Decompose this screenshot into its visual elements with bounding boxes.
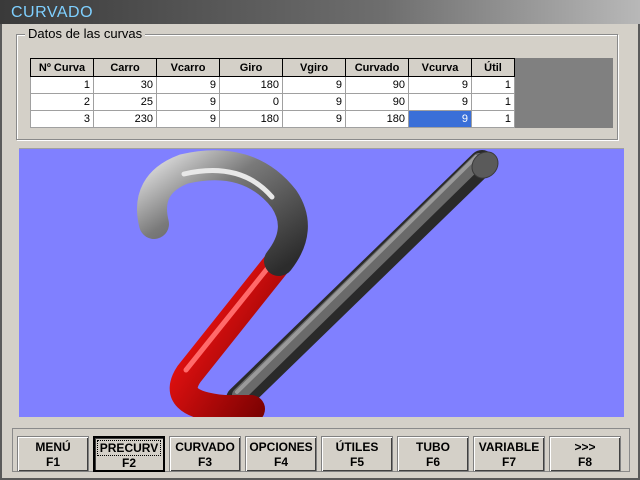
button-key: F7 bbox=[501, 455, 516, 469]
curvado-button[interactable]: CURVADO F3 bbox=[169, 436, 241, 472]
table-cell[interactable]: 1 bbox=[471, 93, 515, 111]
col-header-carro[interactable]: Carro bbox=[93, 58, 157, 77]
precurv-button[interactable]: PRECURV F2 bbox=[93, 436, 165, 472]
col-header-vcarro[interactable]: Vcarro bbox=[156, 58, 220, 77]
col-header-util[interactable]: Útil bbox=[471, 58, 515, 77]
table-cell[interactable]: 9 bbox=[156, 76, 220, 94]
more-button[interactable]: >>> F8 bbox=[549, 436, 621, 472]
table-cell[interactable]: 2 bbox=[30, 93, 94, 111]
utiles-button[interactable]: ÚTILES F5 bbox=[321, 436, 393, 472]
table-row: 1 30 9 180 9 90 9 1 bbox=[30, 76, 515, 94]
col-header-vgiro[interactable]: Vgiro bbox=[282, 58, 346, 77]
curves-table: Nº Curva Carro Vcarro Giro Vgiro Curvado… bbox=[30, 58, 515, 128]
button-label: OPCIONES bbox=[249, 440, 313, 454]
table-cell[interactable]: 1 bbox=[30, 76, 94, 94]
tube-hook-segment bbox=[137, 150, 308, 276]
col-header-curvado[interactable]: Curvado bbox=[345, 58, 409, 77]
button-key: F2 bbox=[121, 456, 136, 470]
menu-button[interactable]: MENÚ F1 bbox=[17, 436, 89, 472]
col-header-giro[interactable]: Giro bbox=[219, 58, 283, 77]
button-label: VARIABLE bbox=[478, 440, 540, 454]
table-cell[interactable]: 180 bbox=[345, 110, 409, 128]
table-cell[interactable]: 1 bbox=[471, 76, 515, 94]
main-panel: Datos de las curvas Nº Curva Carro Vcarr… bbox=[2, 24, 638, 478]
table-cell[interactable]: 9 bbox=[282, 93, 346, 111]
button-label: PRECURV bbox=[96, 440, 162, 456]
button-key: F4 bbox=[273, 455, 288, 469]
col-header-n-curva[interactable]: Nº Curva bbox=[30, 58, 94, 77]
tubo-button[interactable]: TUBO F6 bbox=[397, 436, 469, 472]
table-row: 3 230 9 180 9 180 9 1 bbox=[30, 110, 515, 128]
table-cell[interactable]: 9 bbox=[156, 110, 220, 128]
button-label: TUBO bbox=[416, 440, 450, 454]
table-cell[interactable]: 9 bbox=[282, 76, 346, 94]
button-key: F1 bbox=[45, 455, 60, 469]
table-cell[interactable]: 9 bbox=[156, 93, 220, 111]
variable-button[interactable]: VARIABLE F7 bbox=[473, 436, 545, 472]
button-key: F3 bbox=[197, 455, 212, 469]
tube-3d-viewport[interactable] bbox=[19, 148, 624, 423]
opciones-button[interactable]: OPCIONES F4 bbox=[245, 436, 317, 472]
table-cell[interactable]: 3 bbox=[30, 110, 94, 128]
button-label: >>> bbox=[574, 440, 596, 454]
table-row: 2 25 9 0 9 90 9 1 bbox=[30, 93, 515, 111]
curves-data-group: Datos de las curvas Nº Curva Carro Vcarr… bbox=[16, 26, 618, 140]
table-cell[interactable]: 1 bbox=[471, 110, 515, 128]
table-cell[interactable]: 9 bbox=[408, 93, 472, 111]
button-key: F6 bbox=[425, 455, 440, 469]
function-key-bar: MENÚ F1 PRECURV F2 CURVADO F3 OPCIONES F… bbox=[12, 428, 630, 472]
table-cell[interactable]: 0 bbox=[219, 93, 283, 111]
button-label: MENÚ bbox=[35, 440, 71, 454]
data-grid-area: Nº Curva Carro Vcarro Giro Vgiro Curvado… bbox=[30, 58, 613, 128]
table-cell[interactable]: 180 bbox=[219, 76, 283, 94]
table-cell[interactable]: 25 bbox=[93, 93, 157, 111]
table-cell-selected[interactable]: 9 bbox=[408, 110, 472, 128]
table-header-row: Nº Curva Carro Vcarro Giro Vgiro Curvado… bbox=[30, 58, 515, 77]
table-cell[interactable]: 9 bbox=[282, 110, 346, 128]
tube-render bbox=[137, 150, 499, 423]
table-cell[interactable]: 180 bbox=[219, 110, 283, 128]
button-label: ÚTILES bbox=[335, 440, 379, 454]
button-key: F8 bbox=[577, 455, 592, 469]
table-cell[interactable]: 9 bbox=[408, 76, 472, 94]
window-title: CURVADO bbox=[11, 4, 94, 21]
button-label: CURVADO bbox=[175, 440, 235, 454]
title-bar: CURVADO bbox=[0, 0, 640, 24]
table-cell[interactable]: 90 bbox=[345, 93, 409, 111]
table-cell[interactable]: 30 bbox=[93, 76, 157, 94]
col-header-vcurva[interactable]: Vcurva bbox=[408, 58, 472, 77]
button-key: F5 bbox=[349, 455, 364, 469]
table-cell[interactable]: 230 bbox=[93, 110, 157, 128]
table-cell[interactable]: 90 bbox=[345, 76, 409, 94]
group-legend: Datos de las curvas bbox=[25, 26, 146, 41]
